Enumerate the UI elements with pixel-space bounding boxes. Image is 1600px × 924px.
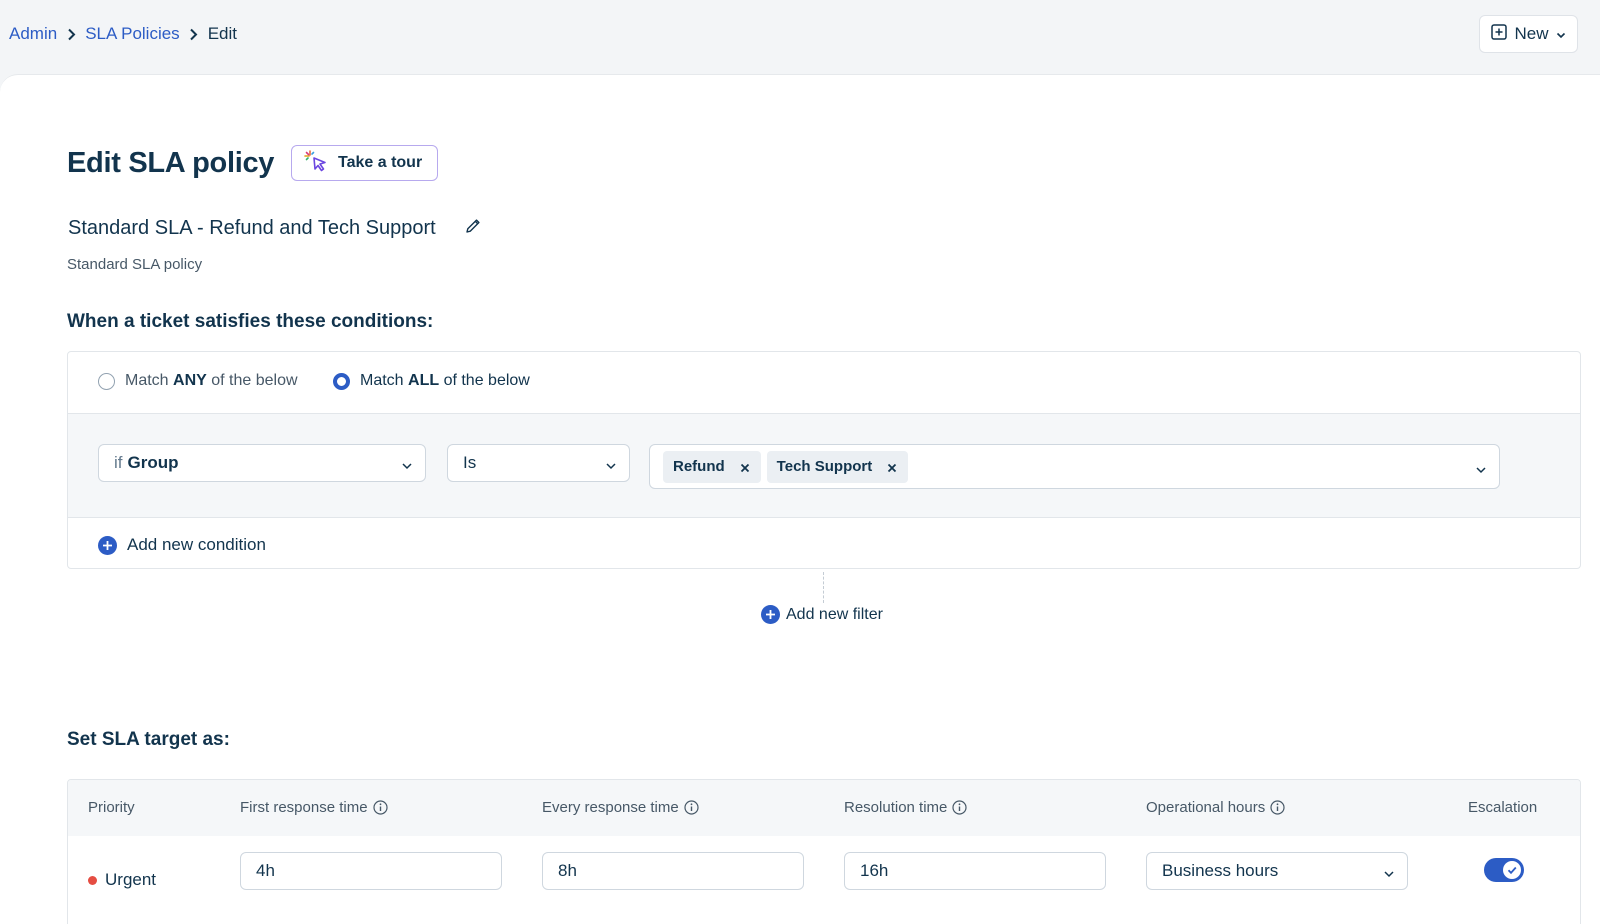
breadcrumb-admin[interactable]: Admin <box>9 24 57 44</box>
field-value: Group <box>127 453 179 472</box>
tag-label: Refund <box>673 458 725 475</box>
condition-values-multiselect[interactable]: Refund Tech Support <box>649 444 1500 489</box>
policy-description: Standard SLA policy <box>67 256 203 273</box>
add-new-condition-button[interactable]: Add new condition <box>98 535 266 555</box>
sla-target-heading: Set SLA target as: <box>67 729 230 750</box>
condition-operator-select[interactable]: Is <box>447 444 630 482</box>
breadcrumb: Admin SLA Policies Edit <box>9 24 237 44</box>
close-icon[interactable] <box>886 461 898 473</box>
plus-square-icon <box>1491 23 1508 45</box>
every-response-time-input[interactable] <box>542 852 804 890</box>
escalation-toggle[interactable] <box>1484 858 1524 882</box>
info-icon[interactable] <box>952 800 967 815</box>
priority-label: Urgent <box>105 870 157 889</box>
plus-circle-icon <box>98 535 117 555</box>
add-new-filter-label: Add new filter <box>786 605 883 623</box>
chevron-down-icon <box>1475 461 1487 473</box>
tag-label: Tech Support <box>776 458 873 475</box>
sla-table-header: Priority First response time Every respo… <box>68 780 1580 836</box>
field-prefix: if <box>114 453 123 472</box>
add-new-condition-label: Add new condition <box>127 535 266 554</box>
close-icon[interactable] <box>739 461 751 473</box>
column-escalation: Escalation <box>1468 799 1538 816</box>
policy-name: Standard SLA - Refund and Tech Support <box>68 217 436 239</box>
connector-line <box>823 572 824 603</box>
radio-checked-icon <box>333 372 350 390</box>
take-a-tour-button[interactable]: Take a tour <box>291 145 438 181</box>
column-first-response: First response time <box>240 799 388 816</box>
match-any-label: Match ANY of the below <box>125 372 298 389</box>
condition-field-select[interactable]: if Group <box>98 444 426 482</box>
column-every-response: Every response time <box>542 799 699 816</box>
priority-cell: Urgent <box>88 870 156 890</box>
cursor-sparkle-icon <box>304 149 328 177</box>
plus-circle-icon <box>761 605 780 624</box>
page-title: Edit SLA policy <box>67 147 275 179</box>
urgent-dot-icon <box>88 875 97 885</box>
chevron-right-icon <box>57 24 85 44</box>
pencil-icon[interactable] <box>464 217 482 235</box>
operational-hours-value: Business hours <box>1162 861 1279 880</box>
conditions-heading: When a ticket satisfies these conditions… <box>67 311 434 332</box>
breadcrumb-sla-policies[interactable]: SLA Policies <box>85 24 180 44</box>
condition-rule-row: if Group Is Refund Tech Support <box>68 414 1580 518</box>
match-any-radio[interactable]: Match ANY of the below <box>98 372 298 390</box>
add-new-filter-button[interactable]: Add new filter <box>761 605 883 624</box>
chevron-down-icon <box>605 457 617 470</box>
chevron-down-icon <box>1383 865 1395 878</box>
sla-target-table: Priority First response time Every respo… <box>67 779 1581 924</box>
take-a-tour-label: Take a tour <box>338 154 423 171</box>
radio-unchecked-icon <box>98 372 115 390</box>
breadcrumb-current: Edit <box>207 24 237 43</box>
chevron-down-icon <box>1556 24 1566 44</box>
info-icon[interactable] <box>684 800 699 815</box>
check-icon <box>1503 861 1521 879</box>
chevron-down-icon <box>401 457 413 470</box>
resolution-time-input[interactable] <box>844 852 1106 890</box>
info-icon[interactable] <box>1270 800 1285 815</box>
match-mode-row: Match ANY of the below Match ALL of the … <box>68 352 1580 414</box>
conditions-panel: Match ANY of the below Match ALL of the … <box>67 351 1581 569</box>
column-priority: Priority <box>88 799 135 816</box>
top-bar: Admin SLA Policies Edit New <box>0 0 1600 72</box>
new-button-label: New <box>1514 24 1549 43</box>
operational-hours-select[interactable]: Business hours <box>1146 852 1408 890</box>
new-button[interactable]: New <box>1479 15 1578 53</box>
match-all-label: Match ALL of the below <box>360 372 530 389</box>
column-resolution: Resolution time <box>844 799 967 816</box>
value-tag: Tech Support <box>766 450 909 483</box>
chevron-right-icon <box>180 24 208 44</box>
operator-value: Is <box>463 453 477 472</box>
column-operational-hours: Operational hours <box>1146 799 1285 816</box>
info-icon[interactable] <box>372 800 388 815</box>
first-response-time-input[interactable] <box>240 852 502 890</box>
match-all-radio[interactable]: Match ALL of the below <box>333 372 530 390</box>
main-content: Edit SLA policy Take a tour Standard SLA… <box>0 74 1600 924</box>
value-tag: Refund <box>663 450 761 483</box>
